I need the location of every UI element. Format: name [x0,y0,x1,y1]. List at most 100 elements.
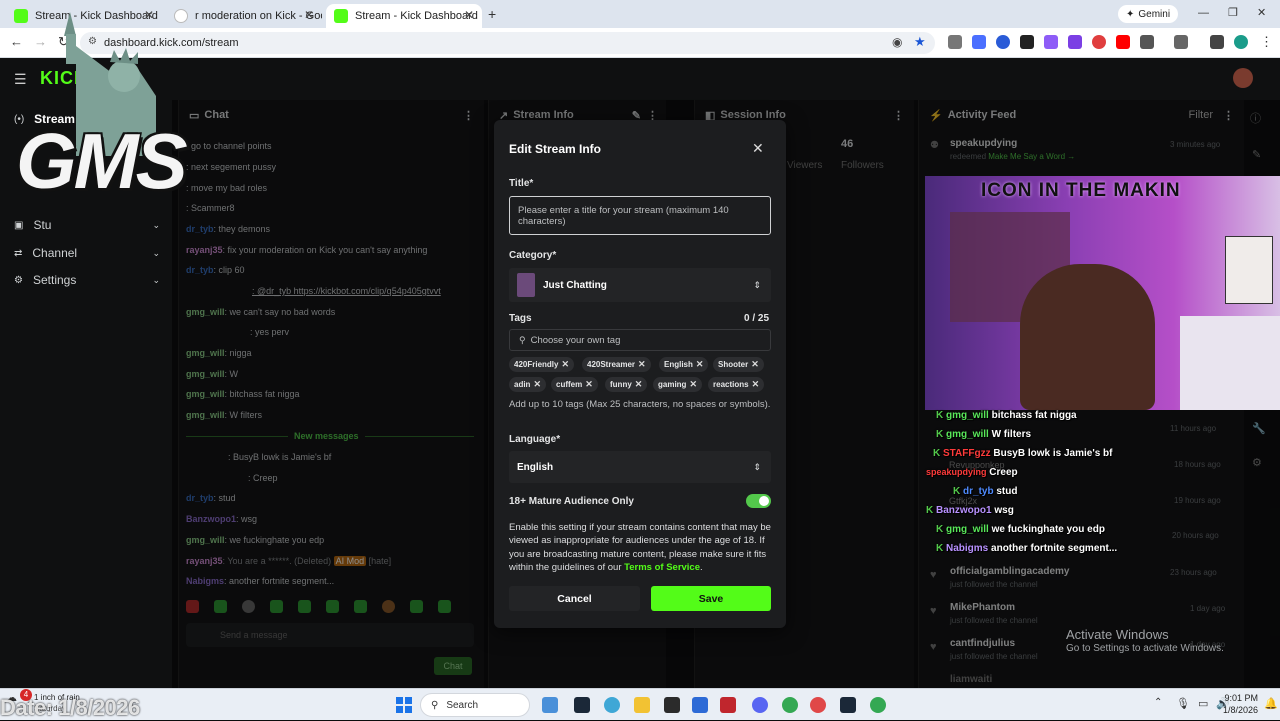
extension-icon[interactable] [1044,35,1058,49]
download-icon[interactable] [1210,35,1224,49]
search-label: Search [446,699,479,711]
remove-tag-icon[interactable]: ✕ [638,359,646,370]
overlay-chat-line: K Banzwopo1 wsg [926,505,1014,516]
sidebar-item-settings[interactable]: ⚙ Settings ⌄ [14,273,160,287]
chrome-icon[interactable] [870,697,886,713]
remove-tag-icon[interactable]: ✕ [533,379,541,390]
close-tab-icon[interactable]: ✕ [304,8,314,22]
taskbar-app-icon[interactable] [604,697,620,713]
new-tab-button[interactable]: + [488,6,496,22]
overlay-chat-line: K gmg_will we fuckinghate you edp [936,524,1105,535]
tag-chip[interactable]: Shooter ✕ [713,357,764,372]
remove-tag-icon[interactable]: ✕ [635,379,643,390]
browser-tab-active[interactable]: Stream - Kick Dashboard ✕ [326,4,482,28]
mature-label: 18+ Mature Audience Only [509,496,634,507]
extension-icon[interactable] [972,35,986,49]
remove-tag-icon[interactable]: ✕ [751,359,759,370]
edit-stream-info-modal: Edit Stream Info ✕ Title* Please enter a… [494,120,786,628]
profile-avatar[interactable] [1234,35,1248,49]
tag-search-input[interactable]: ⚲ Choose your own tag [509,329,771,351]
remove-tag-icon[interactable]: ✕ [689,379,697,390]
remove-tag-icon[interactable]: ✕ [696,359,704,370]
category-label: Category* [509,250,557,261]
tag-chip[interactable]: funny ✕ [605,377,648,392]
close-icon[interactable]: ✕ [752,140,764,157]
language-select[interactable]: English ⇕ [509,451,771,483]
toggle-knob [759,496,769,506]
steam-icon[interactable] [840,697,856,713]
notifications-bell-icon[interactable]: 🔔 [1264,697,1278,710]
taskbar-app-icon[interactable] [720,697,736,713]
windows-start-icon[interactable] [396,697,412,713]
puzzle-extensions-icon[interactable] [1140,35,1154,49]
discord-icon[interactable] [752,697,768,713]
title-label: Title* [509,178,534,189]
extension-icon[interactable] [1068,35,1082,49]
sidebar-item-label: Channel [32,246,78,260]
remove-tag-icon[interactable]: ✕ [561,359,569,370]
taskbar-app-icon[interactable] [542,697,558,713]
restore-window-icon[interactable]: ❐ [1228,6,1238,19]
eye-icon[interactable]: ◉ [892,35,902,49]
bookmark-star-icon[interactable]: ★ [914,34,926,50]
tag-chip[interactable]: 420Streamer ✕ [582,357,651,372]
tag-chip[interactable]: cuffem ✕ [551,377,598,392]
minimize-window-icon[interactable]: — [1198,7,1209,19]
gemini-button[interactable]: ✦ Gemini [1118,5,1179,23]
chrome-icon[interactable] [782,697,798,713]
extension-icon[interactable] [948,35,962,49]
remove-tag-icon[interactable]: ✕ [585,379,593,390]
remove-tag-icon[interactable]: ✕ [752,379,760,390]
terms-of-service-link[interactable]: Terms of Service [624,562,700,573]
taskbar-app-icon[interactable] [810,697,826,713]
tag-chip[interactable]: English ✕ [659,357,709,372]
overlay-chat-line: K Nabigms another fortnite segment... [936,543,1118,554]
clock-time[interactable]: 9:01 PM [1206,693,1258,703]
date-watermark: Date: 1/8/2026 [0,695,140,720]
overlay-chat-line: K gmg_will W filters [936,429,1032,440]
activate-windows-subtitle: Go to Settings to activate Windows. [1066,643,1224,654]
sidebar-item-label: Settings [32,273,77,287]
extension-icon[interactable] [1020,35,1034,49]
overlay-chat-line: speakupdying Creep [926,467,1018,478]
close-tab-icon[interactable]: ✕ [464,8,474,22]
webcam-banner-text: ICON IN THE MAKIN [981,180,1181,201]
category-thumbnail [517,273,535,297]
language-label: Language* [509,434,561,445]
category-select[interactable]: Just Chatting ⇕ [509,268,771,302]
cancel-button[interactable]: Cancel [509,586,640,611]
microphone-icon[interactable]: 🎙 [1176,697,1190,710]
taskbar-search[interactable]: ⚲ Search [420,693,530,717]
tag-chip[interactable]: gaming ✕ [653,377,702,392]
tag-chip[interactable]: 420Friendly ✕ [509,357,575,372]
poster-drawing [1225,236,1273,304]
stream-title-input[interactable]: Please enter a title for your stream (ma… [509,196,771,235]
overlay-chat-line: K dr_tyb stud [953,486,1018,497]
extension-icon[interactable] [1092,35,1106,49]
taskbar-app-icon[interactable] [692,697,708,713]
file-explorer-icon[interactable] [634,697,650,713]
menu-dots-icon[interactable]: ⋮ [1260,34,1273,50]
tag-chip[interactable]: adin ✕ [509,377,546,392]
tab-search-icon[interactable] [1174,35,1188,49]
chevron-down-icon: ⌄ [152,274,160,285]
youtube-extension-icon[interactable] [1116,35,1130,49]
user-avatar[interactable] [1233,68,1253,88]
clock-date[interactable]: 1/8/2026 [1206,705,1258,715]
mature-toggle[interactable] [746,494,771,508]
sidebar-item-channel[interactable]: ⇄ Channel ⌄ [14,246,160,260]
search-icon: ⚲ [519,334,526,345]
activate-windows-title: Activate Windows [1066,627,1169,642]
extension-icon[interactable] [996,35,1010,49]
chevron-down-icon: ⌄ [152,247,160,258]
steam-icon[interactable] [574,697,590,713]
tag-chip[interactable]: reactions ✕ [708,377,765,392]
tray-chevron-up-icon[interactable]: ⌃ [1154,697,1162,708]
gemini-sparkle-icon: ✦ [1126,8,1135,20]
close-window-icon[interactable]: ✕ [1257,6,1266,19]
save-button[interactable]: Save [651,586,771,611]
epic-games-icon[interactable] [664,697,680,713]
overlay-chat-line: K gmg_will bitchass fat nigga [936,410,1077,421]
channel-icon: ⇄ [14,247,23,259]
webcam-feed: ICON IN THE MAKIN [925,176,1280,410]
